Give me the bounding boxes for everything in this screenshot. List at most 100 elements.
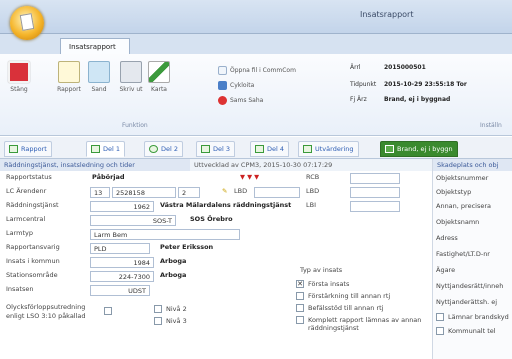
tab-del-1[interactable]: Del 1 (86, 141, 126, 157)
tab-del-4-icon (255, 145, 264, 153)
map-button[interactable]: Karta (144, 61, 174, 93)
objektsnamn-label: Objektsnamn (436, 218, 480, 226)
larmcentral-code-select[interactable]: SOS-T (90, 215, 176, 226)
skadeplats-title: Skadeplats och obj (433, 159, 512, 171)
ribbon-group-label: Funktion (122, 122, 148, 129)
tab-brand-label: Brand, ej i byggn (397, 145, 453, 153)
niva2-checkbox[interactable] (154, 305, 162, 313)
rcb-input[interactable] (350, 173, 400, 184)
edit-pencil-icon[interactable]: ✎ (222, 187, 227, 195)
tab-del-1-icon (91, 145, 100, 153)
objektsnummer-label: Objektsnummer (436, 174, 489, 182)
lbd2-input[interactable] (350, 187, 400, 198)
info-tidpunkt-key: Tidpunkt (350, 81, 377, 88)
info-arrl-key: Ärrl (350, 64, 361, 71)
app-menu-button[interactable] (10, 6, 44, 40)
lbi-input[interactable] (350, 201, 400, 212)
tab-rapport-label: Rapport (21, 145, 47, 153)
lamnar-brandskydd-label: Lämnar brandskyd (448, 313, 509, 321)
insats-type-heading: Typ av insats (300, 266, 343, 274)
stationsomrade-label: Stationsområde (6, 271, 58, 279)
raddningstjanst-code-select[interactable]: 1962 (90, 201, 154, 212)
raddningstjanst-name: Västra Mälardalens räddningstjänst (160, 201, 292, 209)
insatsomrade-code-select[interactable]: 1984 (90, 257, 154, 268)
tab-del-3-icon (201, 145, 210, 153)
bike-icon (218, 81, 227, 90)
larmcentral-name: SOS Örebro (190, 215, 233, 223)
tab-utvardering-icon (303, 145, 312, 153)
larmtyp-select[interactable]: Larm Bem (90, 229, 240, 240)
tab-del-4[interactable]: Del 4 (250, 141, 290, 157)
section-title-left: Räddningstjänst, insatsledning och tider (0, 159, 190, 171)
forstarkning-checkbox[interactable] (296, 292, 304, 300)
forsta-insats-label: Första insats (308, 280, 350, 288)
stationsomrade-name: Arboga (160, 271, 187, 279)
insatsomrade-label: Insats i kommun (6, 257, 60, 265)
print-button[interactable]: Skriv ut (116, 61, 146, 93)
app-window: Insatsrapport Insatsrapport Stäng Rappor… (0, 0, 512, 359)
olycksforlopp-checkbox[interactable] (104, 307, 112, 315)
tab-del-1-label: Del 1 (103, 145, 121, 153)
objektstyp-label: Objektstyp (436, 188, 472, 196)
title-bar: Insatsrapport (0, 0, 512, 34)
power-icon (8, 61, 30, 83)
tab-del-3-label: Del 3 (213, 145, 231, 153)
tab-rapport-icon (9, 145, 18, 153)
info-arrl-value: 2015000501 (384, 64, 426, 71)
status-arrows-icon: ▼ ▼ ▼ (240, 173, 260, 181)
lc-arende-c-input[interactable]: 2 (178, 187, 200, 198)
tab-del-2-label: Del 2 (161, 145, 179, 153)
map-button-label: Karta (150, 86, 167, 93)
lbd-input[interactable] (254, 187, 300, 198)
befalsstod-checkbox[interactable] (296, 304, 304, 312)
fastighet-label: Fastighet/LT.D-nr (436, 250, 490, 258)
lbd-label: LBD (234, 187, 248, 195)
stationsomrade-code-select[interactable]: 224-7300 (90, 271, 154, 282)
info-tidpunkt-value: 2015-10-29 23:55:18 Tor (384, 81, 467, 88)
insatsen-label: Insatsen (6, 285, 34, 293)
kommunalt-checkbox[interactable] (436, 327, 444, 335)
close-button[interactable]: Stäng (4, 61, 34, 93)
report-button[interactable]: Rapport (54, 61, 84, 93)
forstarkning-label: Förstärkning till annan rtj (308, 292, 391, 300)
ribbon-right-group-label: Inställn (480, 122, 502, 129)
insatsen-select[interactable]: UDST (90, 285, 150, 296)
mail-icon (88, 61, 110, 83)
lc-arende-b-input[interactable]: 2528158 (112, 187, 176, 198)
tab-utvardering[interactable]: Utvärdering (298, 141, 359, 157)
niva2-label: Nivå 2 (166, 305, 187, 313)
befalsstod-label: Befälsstöd till annan rtj (308, 304, 384, 312)
lbi-label: LBI (306, 201, 316, 209)
tab-brand-ej-i-byggn[interactable]: Brand, ej i byggn (380, 141, 458, 157)
forsta-insats-checkbox[interactable]: ✕ (296, 280, 304, 288)
open-commcom-item[interactable]: Öppna fil i CommCom (218, 66, 296, 75)
lc-arende-label: LC Ärendenr (6, 187, 47, 195)
tab-del-2[interactable]: Del 2 (144, 141, 184, 157)
cykloita-item[interactable]: Cykloita (218, 81, 254, 90)
tab-del-3[interactable]: Del 3 (196, 141, 236, 157)
rcb-label: RCB (306, 173, 320, 181)
ribbon-tab-insatsrapport[interactable]: Insatsrapport (60, 38, 130, 55)
file-icon (218, 66, 227, 75)
tab-del-4-label: Del 4 (267, 145, 285, 153)
sams-saha-item[interactable]: Sams Saha (218, 96, 263, 105)
komplett-rapport-checkbox[interactable] (296, 316, 304, 324)
raddningstjanst-label: Räddningstjänst (6, 201, 59, 209)
rapportansvarig-code-input[interactable]: PLD (90, 243, 150, 254)
info-arrl: Ärrl 2015000501 (350, 64, 510, 74)
tab-utvardering-label: Utvärdering (315, 145, 354, 153)
komplett-rapport-label: Komplett rapport lämnas av annan räddnin… (308, 316, 422, 332)
alert-icon (218, 96, 227, 105)
form-tab-strip: Rapport Del 1 Del 2 Del 3 Del 4 Utvärder… (0, 137, 512, 159)
info-tidpunkt: Tidpunkt 2015-10-29 23:55:18 Tor (350, 81, 510, 91)
cykloita-label: Cykloita (230, 82, 255, 89)
send-button[interactable]: Sand (84, 61, 114, 93)
tab-rapport[interactable]: Rapport (4, 141, 52, 157)
insatsomrade-name: Arboga (160, 257, 187, 265)
agare-label: Ägare (436, 266, 456, 274)
lbd2-label: LBD (306, 187, 320, 195)
rapportansvarig-label: Rapportansvarig (6, 243, 60, 251)
niva3-checkbox[interactable] (154, 317, 162, 325)
lc-arende-a-input[interactable]: 13 (90, 187, 110, 198)
lamnar-brandskydd-checkbox[interactable] (436, 313, 444, 321)
